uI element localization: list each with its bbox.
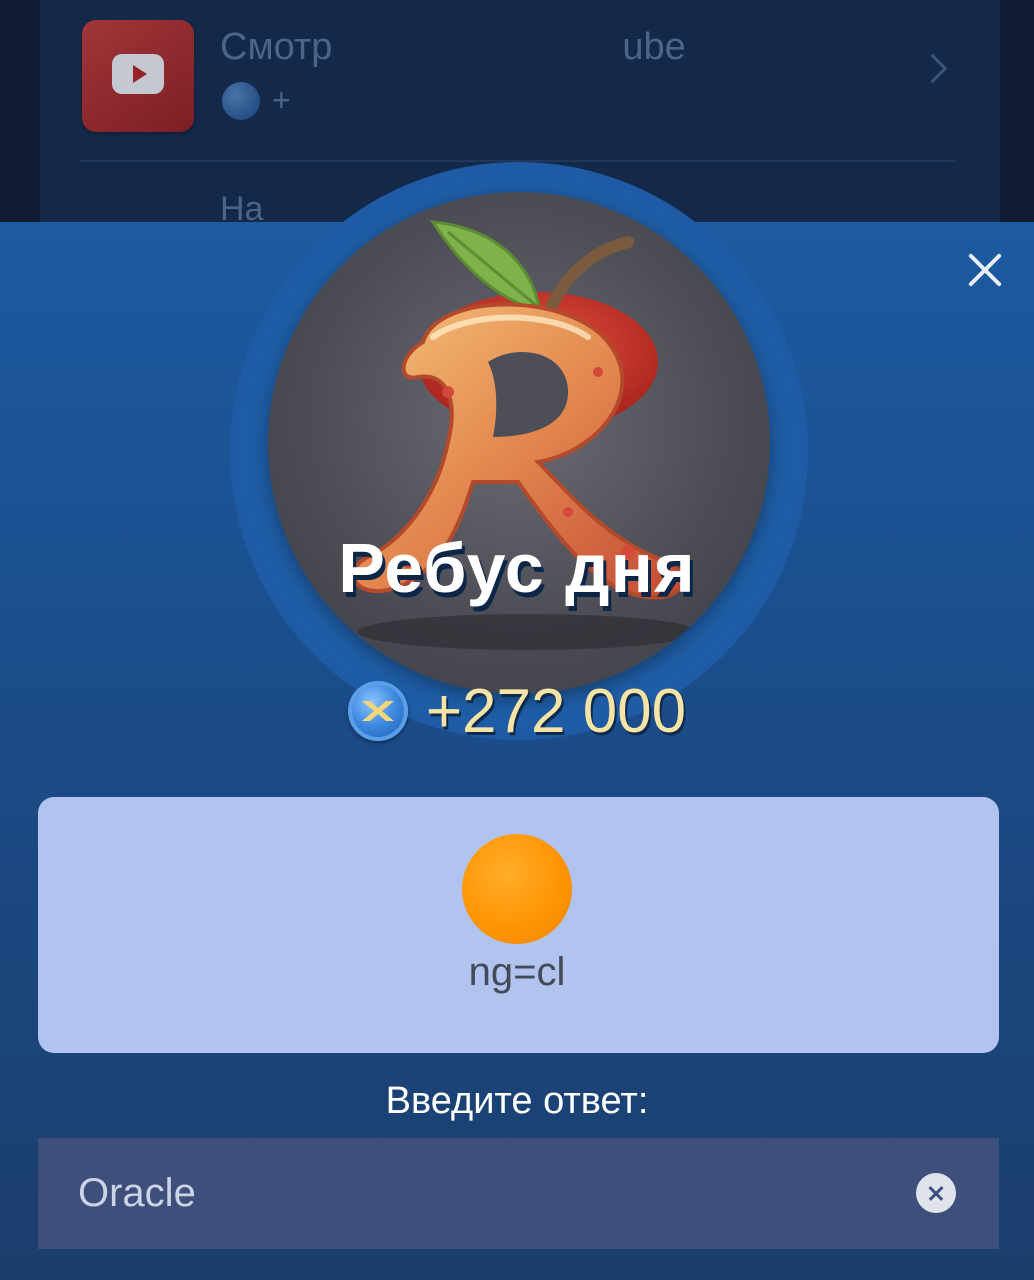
answer-input[interactable]: [78, 1138, 898, 1249]
reward-amount: +272 000: [425, 676, 687, 746]
answer-field[interactable]: [38, 1138, 999, 1249]
clear-input-icon[interactable]: [916, 1173, 956, 1213]
reward-row: +272 000: [0, 676, 1034, 746]
apple-letter-r-icon: [268, 192, 770, 694]
dialog-title: Ребус дня: [338, 529, 696, 607]
puzzle-hint: ng=cl: [468, 950, 566, 994]
background-item-reward: +: [272, 82, 291, 118]
background-coin-icon: [222, 82, 260, 120]
background-item-title: Смотр ube: [220, 26, 686, 68]
close-button[interactable]: [960, 246, 1008, 294]
orange-circle-icon: [462, 834, 572, 944]
answer-label: Введите ответ:: [385, 1080, 649, 1122]
youtube-thumbnail-icon: [82, 20, 194, 132]
coin-icon: [347, 681, 408, 741]
youtube-play-icon: [112, 54, 164, 94]
